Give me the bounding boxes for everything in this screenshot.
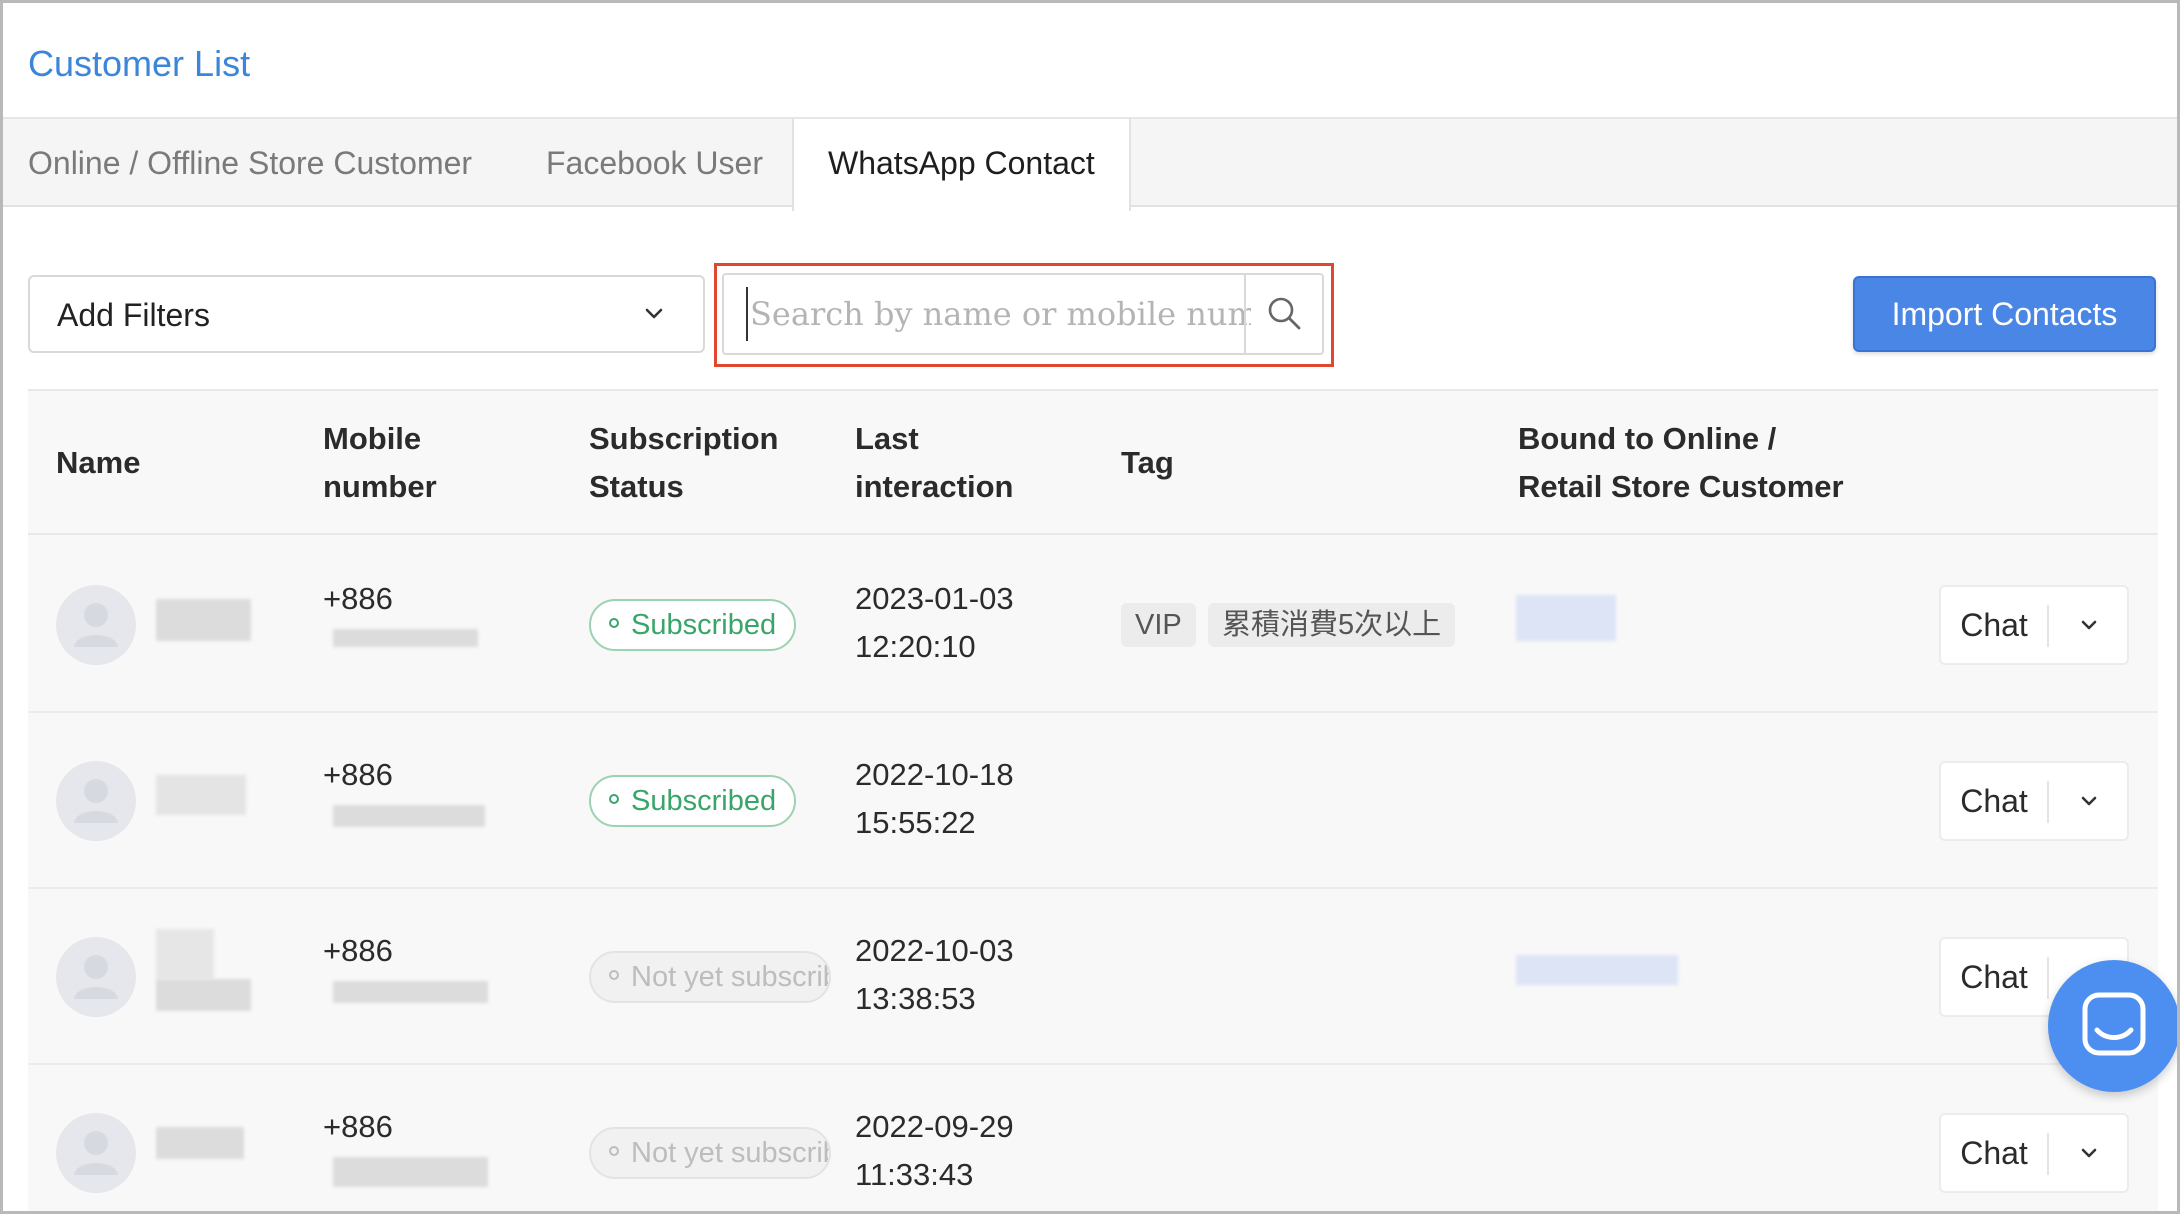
name-redacted (156, 599, 251, 641)
tab-online-offline-store-customer[interactable]: Online / Offline Store Customer (28, 119, 472, 209)
header-bound-line1: Bound to Online / (1518, 421, 1777, 456)
page-title: Customer List (28, 43, 251, 84)
last-interaction-time: 13:38:53 (855, 981, 976, 1016)
status-badge: Not yet subscribed (589, 951, 831, 1003)
user-avatar-icon (74, 603, 118, 647)
header-name: Name (56, 445, 141, 480)
last-interaction-time: 11:33:43 (855, 1157, 974, 1192)
last-interaction-date: 2022-09-29 (855, 1109, 1014, 1144)
chat-more-dropdown[interactable] (2049, 1115, 2129, 1191)
header-mobile-line1: Mobile (323, 421, 422, 456)
search-button[interactable] (1244, 275, 1322, 353)
mobile-prefix: +886 (323, 1109, 393, 1144)
chat-button[interactable]: Chat (1941, 939, 2047, 1015)
mobile-redacted (333, 805, 485, 827)
messenger-launcher[interactable] (2048, 960, 2177, 1092)
chat-button[interactable]: Chat (1941, 1115, 2047, 1191)
status-badge: Subscribed (589, 599, 797, 651)
header-last-interaction-line2: interaction (855, 469, 1014, 504)
status-badge: Not yet subscribed (589, 1127, 831, 1179)
contacts-table: Name Mobile number Subscription Status L… (28, 389, 2158, 1211)
avatar (56, 761, 136, 841)
app-window: Customer List Online / Offline Store Cus… (0, 0, 2180, 1214)
mobile-prefix: +886 (323, 933, 393, 968)
name-redacted (156, 929, 214, 979)
user-avatar-icon (74, 779, 118, 823)
name-redacted (156, 1127, 244, 1159)
chevron-down-icon (2081, 796, 2097, 806)
tag-chip: VIP (1121, 603, 1196, 647)
mobile-redacted (333, 1157, 488, 1187)
messenger-icon (2082, 992, 2146, 1056)
table-row[interactable]: +886 Subscribed 2022-10-18 15:55:22 Chat (28, 713, 2158, 889)
table-row[interactable]: +886 Not yet subscribed 2022-09-29 11:33… (28, 1065, 2158, 1211)
bound-customer-redacted[interactable] (1516, 955, 1678, 985)
header-last-interaction-line1: Last (855, 421, 919, 456)
mobile-redacted (333, 629, 478, 647)
header-tag: Tag (1121, 445, 1174, 480)
tab-facebook-user[interactable]: Facebook User (546, 119, 763, 209)
search-input[interactable] (746, 287, 1251, 341)
status-badge: Subscribed (589, 775, 797, 827)
chat-button-group: Chat (1939, 1113, 2129, 1193)
tag-chip: 累積消費5次以上 (1208, 603, 1456, 647)
mobile-prefix: +886 (323, 581, 393, 616)
table-row[interactable]: +886 Subscribed 2023-01-03 12:20:10 VIP … (28, 537, 2158, 713)
chat-more-dropdown[interactable] (2049, 763, 2129, 839)
header-subscription-line1: Subscription (589, 421, 779, 456)
import-contacts-button[interactable]: Import Contacts (1853, 276, 2156, 352)
avatar (56, 585, 136, 665)
chat-button-group: Chat (1939, 585, 2129, 665)
table-row[interactable]: +886 Not yet subscribed 2022-10-03 13:38… (28, 889, 2158, 1065)
last-interaction-date: 2023-01-03 (855, 581, 1014, 616)
chevron-down-icon (641, 301, 667, 327)
last-interaction-date: 2022-10-18 (855, 757, 1014, 792)
table-header: Name Mobile number Subscription Status L… (28, 391, 2158, 535)
chat-button[interactable]: Chat (1941, 763, 2047, 839)
user-avatar-icon (74, 1131, 118, 1175)
chevron-down-icon (2081, 620, 2097, 630)
avatar (56, 1113, 136, 1193)
name-redacted (156, 775, 246, 815)
last-interaction-time: 15:55:22 (855, 805, 976, 840)
header-subscription-line2: Status (589, 469, 684, 504)
add-filters-dropdown[interactable]: Add Filters (28, 275, 705, 353)
bound-customer-redacted[interactable] (1516, 595, 1616, 641)
mobile-redacted (333, 981, 488, 1003)
mobile-prefix: +886 (323, 757, 393, 792)
last-interaction-date: 2022-10-03 (855, 933, 1014, 968)
tab-bar: Online / Offline Store Customer Facebook… (3, 117, 2177, 211)
chat-button-group: Chat (1939, 761, 2129, 841)
add-filters-label: Add Filters (57, 297, 210, 333)
chat-button[interactable]: Chat (1941, 587, 2047, 663)
last-interaction-time: 12:20:10 (855, 629, 976, 664)
avatar (56, 937, 136, 1017)
tab-whatsapp-contact[interactable]: WhatsApp Contact (792, 119, 1131, 211)
header-mobile-line2: number (323, 469, 437, 504)
chevron-down-icon (2081, 1148, 2097, 1158)
user-avatar-icon (74, 955, 118, 999)
search-field[interactable] (722, 273, 1324, 355)
chat-more-dropdown[interactable] (2049, 587, 2129, 663)
header-bound-line2: Retail Store Customer (1518, 469, 1844, 504)
